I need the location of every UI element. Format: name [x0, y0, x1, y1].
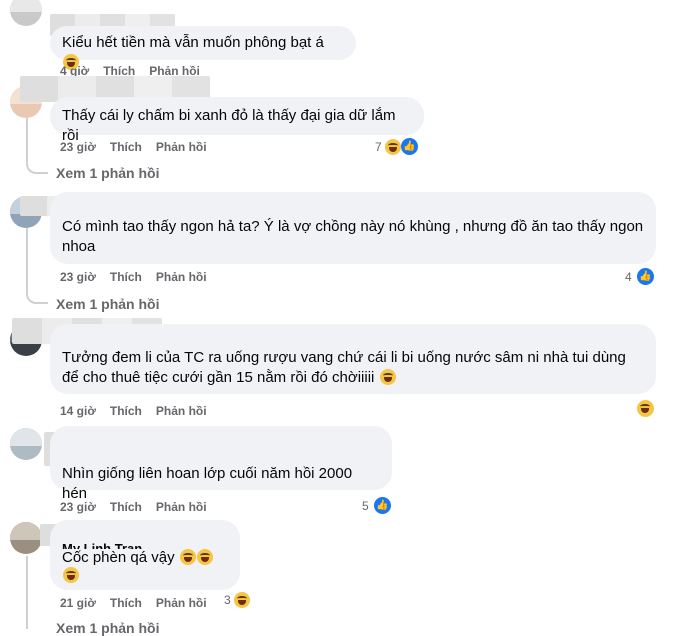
- reaction-summary[interactable]: 4 👍: [625, 267, 655, 286]
- timestamp[interactable]: 14 giờ: [60, 404, 96, 418]
- thread-hook: [26, 160, 48, 174]
- timestamp[interactable]: 23 giờ: [60, 270, 96, 284]
- avatar[interactable]: [10, 0, 42, 26]
- reaction-count: 5: [362, 498, 369, 513]
- comment-actions: 14 giờ Thích Phản hồi: [60, 404, 207, 418]
- reaction-summary[interactable]: 3: [224, 592, 250, 608]
- view-replies-link[interactable]: Xem 1 phản hồi: [56, 165, 159, 181]
- laughing-reaction-icon: [233, 592, 250, 608]
- comment-actions: 21 giờ Thích Phản hồi: [60, 596, 207, 610]
- laughing-reaction-icon: [637, 400, 654, 417]
- timestamp[interactable]: 23 giờ: [60, 140, 96, 154]
- comment-bubble: Thấy cái ly chấm bi xanh đỏ là thấy đại …: [50, 97, 424, 144]
- comment-text: Có mình tao thấy ngon hả ta? Ý là vợ chồ…: [62, 218, 644, 255]
- like-button[interactable]: Thích: [110, 270, 142, 284]
- comment-bubble: Có mình tao thấy ngon hả ta? Ý là vợ chồ…: [50, 192, 656, 264]
- comment-bubble: My Linh Tran Cốc phèn qá vậy: [50, 520, 240, 590]
- thread-line: [26, 228, 28, 292]
- laughing-emoji-icon: [179, 549, 196, 565]
- reply-button[interactable]: Phản hồi: [156, 404, 207, 418]
- comment-bubble: Tưởng đem li của TC ra uống rượu vang ch…: [50, 324, 656, 394]
- view-replies-link[interactable]: Xem 1 phản hồi: [56, 296, 159, 312]
- comment-text: Kiểu hết tiền mà vẫn muốn phông bạt á: [62, 34, 324, 51]
- avatar[interactable]: [10, 428, 42, 460]
- reply-button[interactable]: Phản hồi: [156, 140, 207, 154]
- laughing-emoji-icon: [63, 567, 79, 583]
- reaction-count: 4: [625, 269, 632, 284]
- comment-text: Cốc phèn qá vậy: [62, 549, 175, 566]
- reply-button[interactable]: Phản hồi: [156, 270, 207, 284]
- reply-button[interactable]: Phản hồi: [156, 596, 207, 610]
- like-button[interactable]: Thích: [110, 140, 142, 154]
- like-reaction-icon: 👍: [372, 496, 392, 515]
- laughing-emoji-icon: [196, 549, 213, 565]
- timestamp[interactable]: 21 giờ: [60, 596, 96, 610]
- author-name-partial[interactable]: My Linh Tran: [62, 540, 228, 549]
- laughing-emoji-icon: [379, 369, 396, 385]
- reaction-summary[interactable]: 5 👍: [362, 496, 392, 515]
- reaction-count: 3: [224, 593, 231, 607]
- timestamp[interactable]: 23 giờ: [60, 500, 96, 514]
- avatar[interactable]: [10, 522, 42, 554]
- comment-actions: 23 giờ Thích Phản hồi: [60, 270, 207, 284]
- like-reaction-icon: 👍: [399, 137, 419, 156]
- comment-text: Nhìn giống liên hoan lớp cuối năm hồi 20…: [62, 465, 353, 502]
- reaction-summary[interactable]: [636, 400, 654, 417]
- comment-text: Tưởng đem li của TC ra uống rượu vang ch…: [62, 349, 626, 386]
- comment-bubble: Nhìn giống liên hoan lớp cuối năm hồi 20…: [50, 426, 392, 502]
- thread-line: [26, 118, 28, 163]
- comment-bubble: Kiểu hết tiền mà vẫn muốn phông bạt á: [50, 26, 356, 70]
- like-button[interactable]: Thích: [110, 404, 142, 418]
- reaction-summary[interactable]: 7 👍: [375, 137, 419, 156]
- comment-actions: 23 giờ Thích Phản hồi: [60, 500, 207, 514]
- like-button[interactable]: Thích: [110, 500, 142, 514]
- comment-actions: 23 giờ Thích Phản hồi: [60, 140, 207, 154]
- view-replies-link[interactable]: Xem 1 phản hồi: [56, 620, 159, 636]
- laughing-reaction-icon: [384, 138, 401, 155]
- thread-hook: [26, 290, 48, 304]
- reply-button[interactable]: Phản hồi: [156, 500, 207, 514]
- like-reaction-icon: 👍: [635, 267, 655, 286]
- reaction-count: 7: [375, 139, 382, 154]
- like-button[interactable]: Thích: [110, 596, 142, 610]
- comment-text: Thấy cái ly chấm bi xanh đỏ là thấy đại …: [62, 107, 396, 144]
- thread-line: [26, 556, 28, 629]
